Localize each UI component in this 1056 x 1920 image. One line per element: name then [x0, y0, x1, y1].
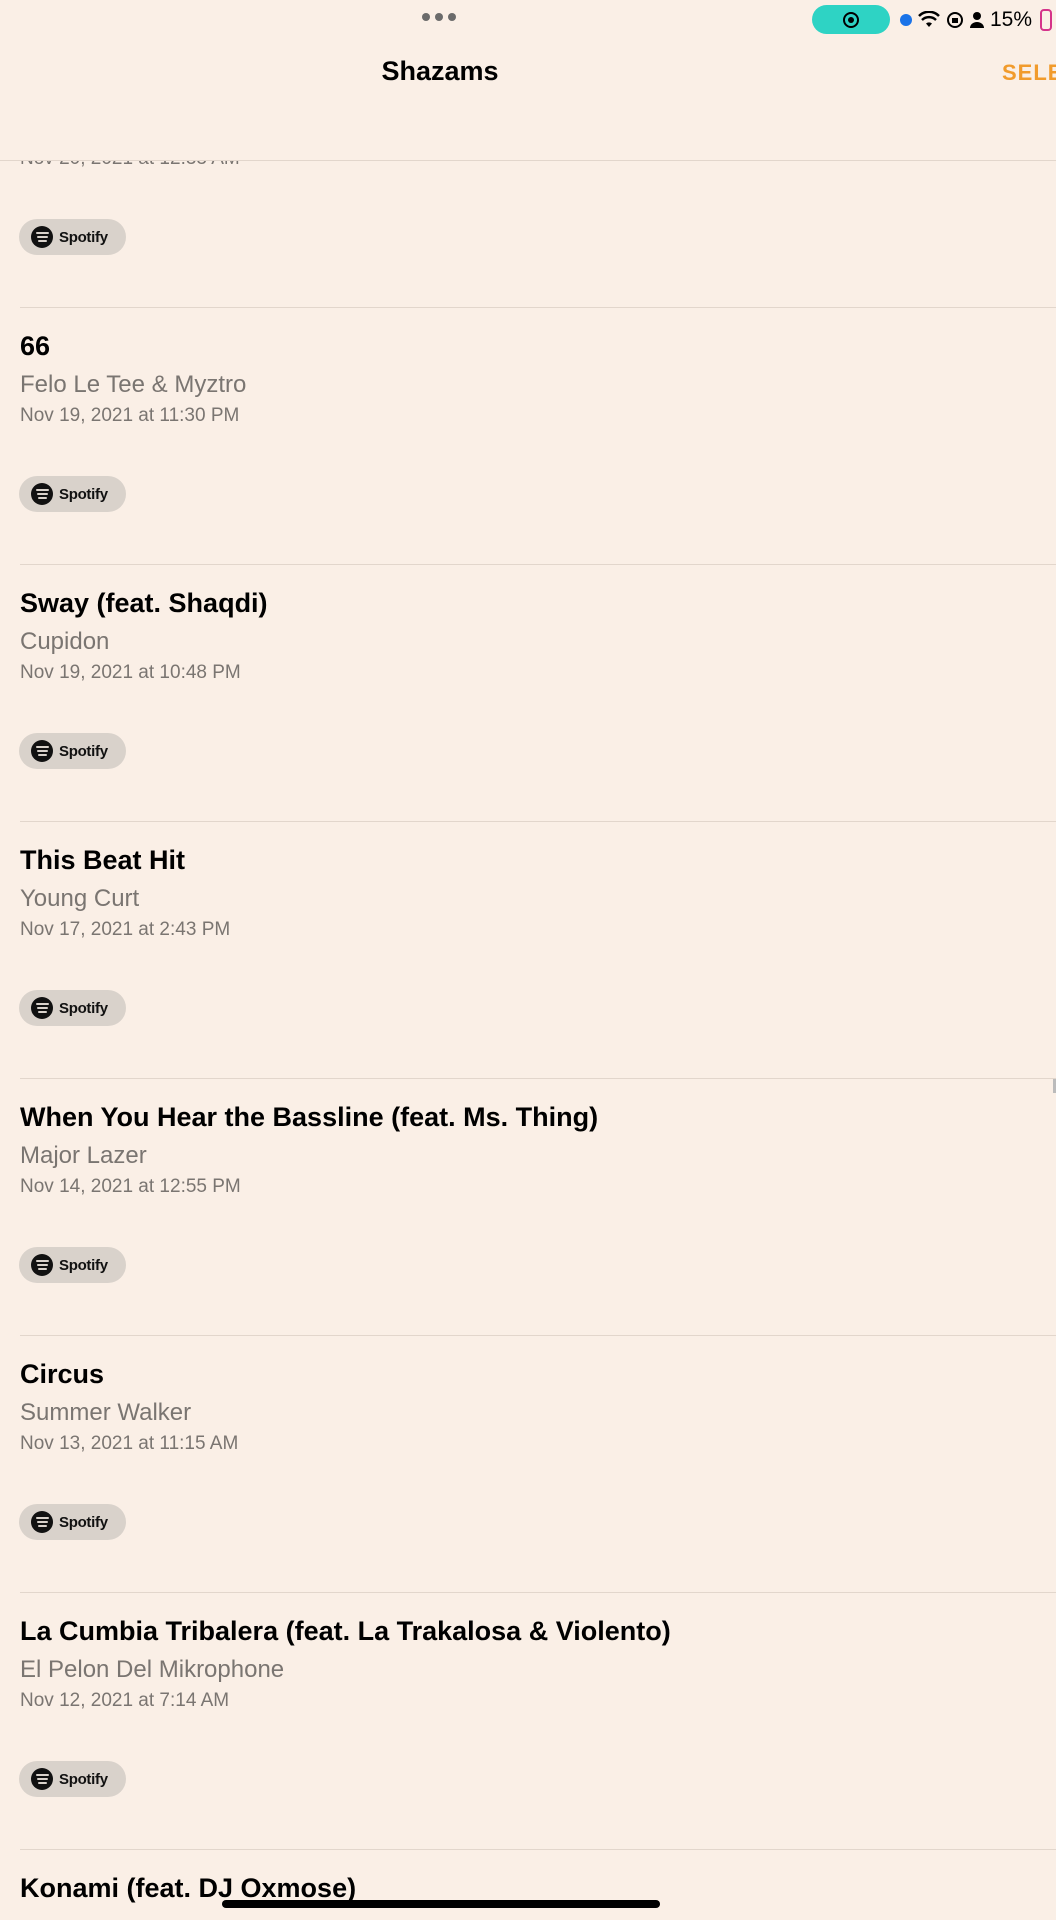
shazam-date: Nov 19, 2021 at 11:30 PM — [20, 405, 240, 426]
person-icon — [970, 12, 984, 28]
location-dot-icon — [900, 14, 912, 26]
spotify-icon — [31, 1511, 53, 1533]
divider — [20, 1592, 1056, 1593]
battery-percent: 15% — [990, 8, 1033, 31]
spotify-label: Spotify — [59, 999, 108, 1017]
shazam-date: Nov 12, 2021 at 7:14 AM — [20, 1690, 230, 1711]
spotify-button[interactable]: Spotify — [19, 1504, 126, 1540]
song-title: La Cumbia Tribalera (feat. La Trakalosa … — [20, 1616, 671, 1646]
list-item[interactable]: Circus Summer Walker Nov 13, 2021 at 11:… — [0, 1335, 1056, 1592]
spotify-label: Spotify — [59, 1256, 108, 1274]
multitasking-dots[interactable] — [422, 13, 456, 21]
shazam-date: Nov 17, 2021 at 2:43 PM — [20, 919, 231, 940]
list-item[interactable]: When You Hear the Bassline (feat. Ms. Th… — [0, 1078, 1056, 1335]
spotify-button[interactable]: Spotify — [19, 219, 126, 255]
record-icon — [843, 11, 859, 28]
spotify-label: Spotify — [59, 228, 108, 246]
status-bar: 15% — [0, 0, 1056, 40]
spotify-button[interactable]: Spotify — [19, 1761, 126, 1797]
song-artist: Summer Walker — [20, 1399, 192, 1426]
status-icons: 15% — [900, 6, 1053, 34]
home-indicator[interactable] — [222, 1900, 660, 1908]
song-title: When You Hear the Bassline (feat. Ms. Th… — [20, 1102, 599, 1132]
song-artist: El Pelon Del Mikrophone — [20, 1656, 285, 1683]
spotify-label: Spotify — [59, 742, 108, 760]
song-artist: Major Lazer — [20, 1142, 147, 1169]
song-title: Sway (feat. Shaqdi) — [20, 588, 268, 618]
navigation-bar: Shazams SELE — [0, 40, 1056, 161]
song-title: 66 — [20, 331, 51, 361]
spotify-button[interactable]: Spotify — [19, 733, 126, 769]
spotify-icon — [31, 1254, 53, 1276]
song-artist: Young Curt — [20, 885, 140, 912]
screen-recording-pill[interactable] — [812, 5, 890, 34]
shazam-date: Nov 13, 2021 at 11:15 AM — [20, 1433, 239, 1454]
spotify-label: Spotify — [59, 1770, 108, 1788]
spotify-button[interactable]: Spotify — [19, 476, 126, 512]
shazam-date: Nov 14, 2021 at 12:55 PM — [20, 1176, 241, 1197]
wifi-icon — [918, 11, 940, 27]
list-item[interactable]: This Beat Hit Young Curt Nov 17, 2021 at… — [0, 821, 1056, 1078]
song-artist: Cupidon — [20, 628, 110, 655]
song-artist: Felo Le Tee & Myztro — [20, 371, 247, 398]
spotify-button[interactable]: Spotify — [19, 1247, 126, 1283]
spotify-icon — [31, 740, 53, 762]
divider — [20, 1335, 1056, 1336]
list-item[interactable]: Konami (feat. DJ Oxmose) — [0, 1849, 1056, 1920]
screen-lock-icon — [947, 12, 963, 28]
spotify-icon — [31, 997, 53, 1019]
page-title: Shazams — [381, 56, 499, 86]
list-item[interactable]: La Cumbia Tribalera (feat. La Trakalosa … — [0, 1592, 1056, 1849]
divider — [20, 821, 1056, 822]
song-title: This Beat Hit — [20, 845, 186, 875]
spotify-icon — [31, 1768, 53, 1790]
spotify-icon — [31, 483, 53, 505]
select-button[interactable]: SELE — [1002, 60, 1056, 86]
list-item[interactable]: Sway (feat. Shaqdi) Cupidon Nov 19, 2021… — [0, 564, 1056, 821]
spotify-button[interactable]: Spotify — [19, 990, 126, 1026]
divider — [20, 564, 1056, 565]
spotify-label: Spotify — [59, 1513, 108, 1531]
list-item[interactable]: 66 Felo Le Tee & Myztro Nov 19, 2021 at … — [0, 307, 1056, 564]
song-title: Circus — [20, 1359, 105, 1389]
divider — [20, 307, 1056, 308]
battery-icon — [1040, 9, 1053, 31]
shazam-date: Nov 19, 2021 at 10:48 PM — [20, 662, 241, 683]
spotify-label: Spotify — [59, 485, 108, 503]
spotify-icon — [31, 226, 53, 248]
divider — [20, 1078, 1056, 1079]
divider — [20, 1849, 1056, 1850]
